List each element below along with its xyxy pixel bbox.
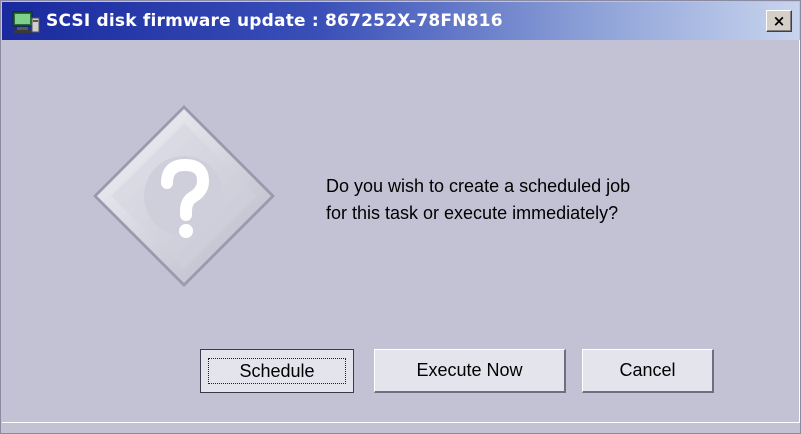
execute-now-button[interactable]: Execute Now — [374, 349, 566, 393]
message-line-1: Do you wish to create a scheduled job — [326, 176, 631, 196]
dialog-window: SCSI disk firmware update : 867252X-78FN… — [0, 0, 801, 434]
schedule-button[interactable]: Schedule — [200, 349, 354, 393]
dialog-message: Do you wish to create a scheduled job fo… — [326, 173, 630, 227]
focus-rect: Schedule — [208, 358, 346, 384]
question-icon — [93, 105, 275, 287]
cancel-button[interactable]: Cancel — [582, 349, 714, 393]
close-icon: × — [772, 11, 786, 30]
cancel-button-label: Cancel — [619, 360, 676, 380]
execute-now-button-label: Execute Now — [416, 360, 523, 380]
window-title: SCSI disk firmware update : 867252X-78FN… — [46, 11, 503, 31]
schedule-button-label: Schedule — [239, 360, 315, 381]
message-line-2: for this task or execute immediately? — [326, 203, 619, 223]
close-button[interactable]: × — [766, 10, 792, 32]
title-bar[interactable]: SCSI disk firmware update : 867252X-78FN… — [2, 2, 799, 40]
computer-icon — [12, 11, 40, 33]
dialog-body: Do you wish to create a scheduled job fo… — [2, 40, 800, 423]
